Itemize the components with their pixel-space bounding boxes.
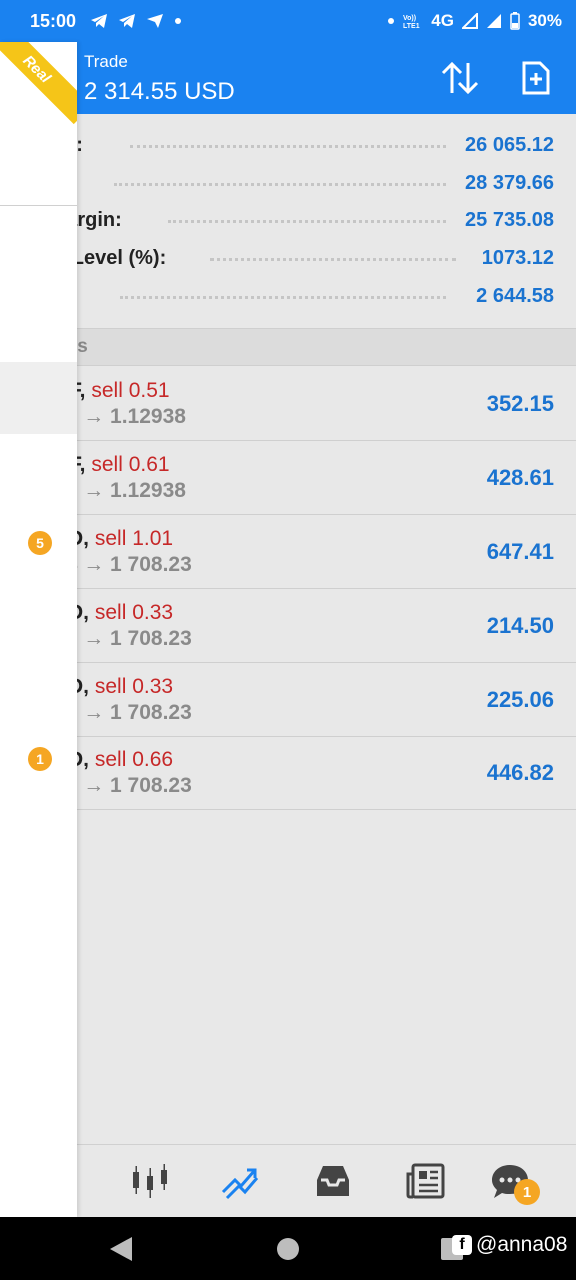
position-side: sell 0.33 [94,675,174,698]
network-type: 4G [431,11,454,30]
account-type-ribbon: Real [0,42,77,125]
summary-row-balance: ce: 26 065.12 [0,127,576,163]
back-icon[interactable] [108,1235,134,1263]
position-side: sell 0.33 [94,601,174,624]
trade-icon [221,1168,259,1200]
watermark-handle: @anna08 [476,1233,568,1256]
position-profit: 647.41 [486,539,554,564]
position-profit: 214.50 [486,613,554,638]
position-row[interactable]: SD, sell 0.33 05 → 1 708.23 225.06 [0,663,576,737]
signal-icon [486,14,501,28]
trade-panel: ce: 26 065.12 r: 28 379.66 nargin: 25 73… [0,114,576,1144]
sort-button[interactable] [438,56,482,100]
positions-section-header: ons [0,328,576,366]
home-icon[interactable] [276,1237,300,1261]
chat-unread-badge: 1 [514,1179,540,1205]
status-time: 15:00 [30,10,77,31]
signal-icon [461,13,478,29]
nav-trade[interactable] [219,1159,263,1203]
nav-quotes[interactable] [128,1159,172,1203]
summary-value: 28 379.66 [465,171,554,194]
volte-icon: Vo))LTE1 [403,15,420,29]
summary-value: 2 644.58 [476,284,554,307]
history-icon [317,1166,349,1196]
position-profit: 446.82 [486,760,554,785]
app-bar-subtitle: Trade [84,52,128,71]
drawer-divider [0,205,77,206]
dotted-leader [168,220,446,223]
position-side: sell 0.51 [91,379,170,402]
nav-news[interactable] [403,1159,447,1203]
position-side: sell 0.66 [94,748,174,771]
position-profit: 225.06 [486,687,554,712]
app-bar: Trade 2 314.55 USD [0,42,576,114]
status-right-icons: Vo)) LTE1 4G 30% [387,11,562,31]
drawer-item-badge: 1 [28,747,52,771]
position-row[interactable]: HF, sell 0.61 31 → 1.12938 428.61 [0,441,576,515]
position-side: sell 0.61 [91,453,170,476]
dotted-leader [130,145,446,148]
sort-arrows-icon [441,61,479,95]
bottom-navigation: 1 [0,1144,576,1217]
quotes-icon [133,1164,167,1198]
dotted-leader [120,296,446,299]
watermark: f @anna08 [452,1233,567,1257]
summary-row-equity: r: 28 379.66 [0,165,576,201]
position-profit: 428.61 [486,465,554,490]
summary-row-free-margin: nargin: 25 735.08 [0,202,576,238]
app-bar-balance-title: 2 314.55 USD [84,78,235,105]
battery-percent: 30% [527,11,562,30]
dotted-leader [114,183,446,186]
position-row[interactable]: SD, sell 0.33 73 → 1 708.23 214.50 [0,589,576,663]
battery-icon [510,12,520,30]
location-arrow-icon [147,14,164,28]
summary-row-margin: n: 2 644.58 [0,278,576,314]
position-profit: 352.15 [486,391,554,416]
dot-icon [175,18,182,24]
summary-value: 1073.12 [481,246,554,269]
status-left-icons [90,13,182,29]
new-order-button[interactable] [514,56,558,100]
position-row[interactable]: SD, sell 1.01 64 → 1 708.23 647.41 [0,515,576,589]
telegram-icon [119,14,136,28]
telegram-icon [91,14,108,28]
svg-text:LTE1: LTE1 [403,23,420,29]
drawer-item-badge: 5 [28,531,52,555]
news-icon [406,1163,445,1199]
new-document-icon [522,61,550,95]
navigation-drawer[interactable]: Real 5 1 [0,42,77,1217]
drawer-selected-item[interactable] [0,362,77,434]
position-side: sell 1.01 [94,527,174,550]
position-row[interactable]: SD, sell 0.66 00 → 1 708.23 446.82 [0,736,576,810]
svg-text:Vo)): Vo)) [403,15,416,22]
summary-row-margin-level: n Level (%): 1073.12 [0,240,576,276]
summary-value: 26 065.12 [465,133,554,156]
dotted-leader [210,258,456,261]
status-bar: 15:00 Vo)) LTE1 4G 30% [0,0,576,42]
position-row[interactable]: HF, sell 0.51 19 → 1.12938 352.15 [0,367,576,441]
nav-history[interactable] [311,1159,355,1203]
facebook-icon: f [452,1235,472,1255]
dot-icon [388,18,395,24]
summary-value: 25 735.08 [465,208,554,231]
